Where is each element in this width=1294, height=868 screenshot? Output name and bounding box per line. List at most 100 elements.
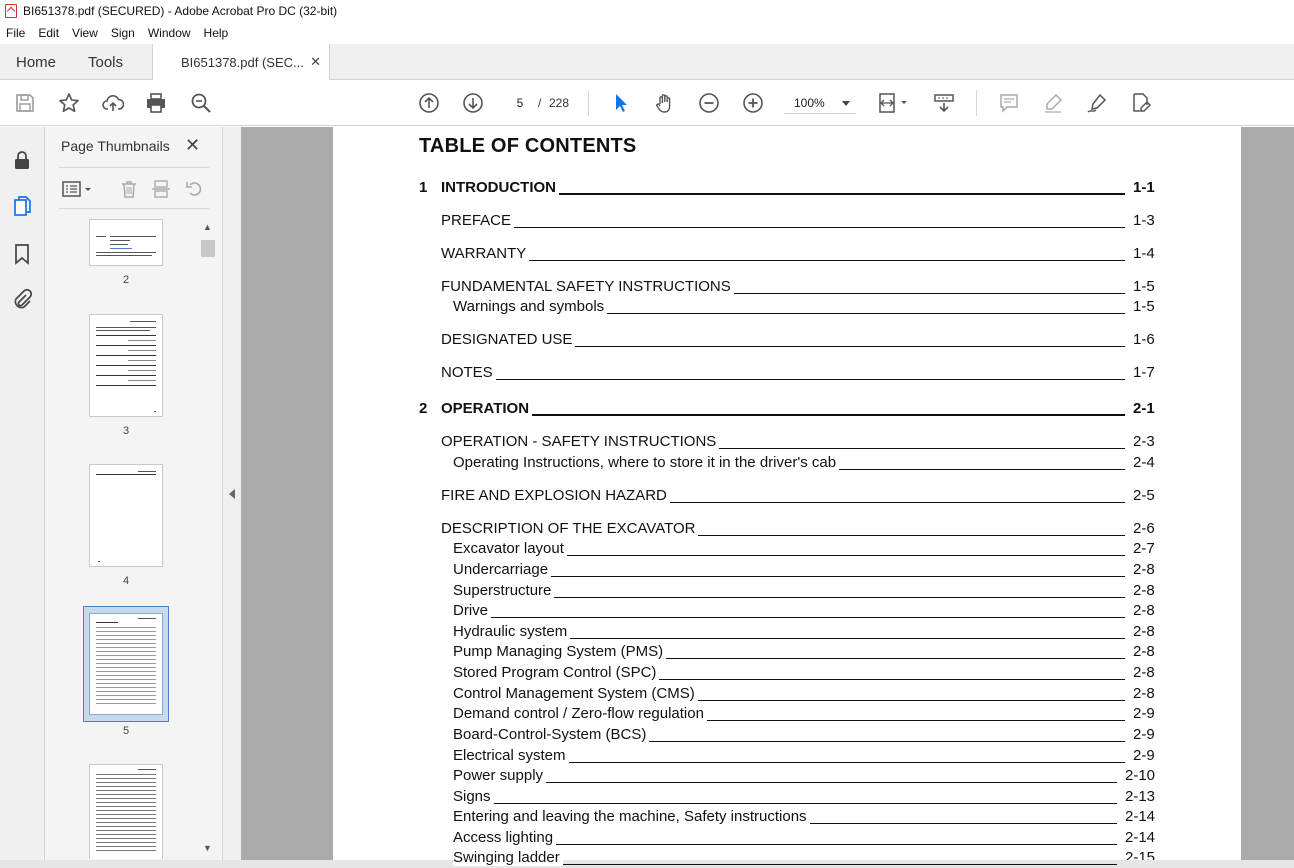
menu-sign[interactable]: Sign (111, 26, 135, 40)
scrollbar-track[interactable] (200, 219, 216, 859)
left-navigation-rail (0, 127, 45, 868)
toc-entry-label: FIRE AND EXPLOSION HAZARD (441, 487, 670, 504)
upload-cloud-icon[interactable] (101, 91, 125, 115)
paperclip-icon[interactable] (10, 287, 34, 311)
rotate-page-icon[interactable] (184, 178, 206, 200)
toc-entry[interactable]: 2 OPERATION 2-1 (333, 400, 1241, 420)
toc-entry[interactable]: Electrical system 2-9 (333, 747, 1241, 767)
toc-entry[interactable]: DESCRIPTION OF THE EXCAVATOR 2-6 (333, 520, 1241, 540)
page-number-input[interactable]: 5 (506, 92, 534, 114)
toc-entry[interactable]: Pump Managing System (PMS) 2-8 (333, 643, 1241, 663)
select-cursor-icon[interactable] (609, 91, 633, 115)
chevron-down-icon (842, 101, 850, 106)
zoom-level-dropdown[interactable]: 100% (784, 92, 856, 114)
collapse-arrow-icon (229, 489, 235, 499)
toc-entry-label: Board-Control-System (BCS) (453, 726, 650, 743)
toc-entry[interactable]: FIRE AND EXPLOSION HAZARD 2-5 (333, 487, 1241, 507)
toc-entry[interactable]: Hydraulic system 2-8 (333, 623, 1241, 643)
toc-page-number: 2-8 (1133, 685, 1155, 702)
toc-page-number: 2-9 (1133, 705, 1155, 722)
toc-page-number: 1-4 (1133, 245, 1155, 262)
menu-help[interactable]: Help (204, 26, 229, 40)
zoom-out-icon[interactable] (697, 91, 721, 115)
fill-sign-icon[interactable] (1129, 91, 1153, 115)
toc-entry[interactable]: Control Management System (CMS) 2-8 (333, 685, 1241, 705)
toc-entry[interactable]: Demand control / Zero-flow regulation 2-9 (333, 705, 1241, 725)
toc-entry-label: Hydraulic system (453, 623, 571, 640)
panel-collapse-handle[interactable] (223, 127, 241, 868)
toc-entry[interactable]: Power supply 2-10 (333, 767, 1241, 787)
toc-entry[interactable]: Superstructure 2-8 (333, 582, 1241, 602)
toc-entry[interactable]: Entering and leaving the machine, Safety… (333, 808, 1241, 828)
extract-page-icon[interactable] (150, 178, 172, 200)
toc-entry[interactable]: Drive 2-8 (333, 602, 1241, 622)
menu-view[interactable]: View (72, 26, 98, 40)
tab-tools[interactable]: Tools (88, 44, 123, 80)
thumbnail-scrollbar[interactable]: ▲ ▼ (200, 219, 216, 859)
lock-icon[interactable] (10, 148, 34, 172)
delete-page-icon[interactable] (118, 178, 140, 200)
toc-entry[interactable]: Stored Program Control (SPC) 2-8 (333, 664, 1241, 684)
menu-file[interactable]: File (6, 26, 25, 40)
toc-page-number: 2-13 (1125, 788, 1156, 805)
print-icon[interactable] (144, 91, 168, 115)
highlight-pen-icon[interactable] (1041, 91, 1065, 115)
scrolling-mode-icon[interactable] (932, 91, 956, 115)
toc-leader-line (441, 379, 1125, 380)
toc-entry[interactable]: WARRANTY 1-4 (333, 245, 1241, 265)
toc-entry[interactable]: Access lighting 2-14 (333, 829, 1241, 849)
previous-page-icon[interactable] (417, 91, 441, 115)
toc-entry[interactable]: OPERATION - SAFETY INSTRUCTIONS 2-3 (333, 433, 1241, 453)
document-viewer[interactable]: TABLE OF CONTENTS 1 INTRODUCTION 1-1 PREFAC… (241, 127, 1294, 868)
toc-entry[interactable]: PREFACE 1-3 (333, 212, 1241, 232)
toc-entry[interactable]: NOTES 1-7 (333, 364, 1241, 384)
thumbnails-panel-title: Page Thumbnails (61, 138, 170, 154)
toc-entry[interactable]: Board-Control-System (BCS) 2-9 (333, 726, 1241, 746)
close-tab-icon[interactable]: ✕ (310, 54, 321, 70)
toc-page-number: 2-10 (1125, 767, 1156, 784)
star-icon[interactable] (57, 91, 81, 115)
zoom-search-icon[interactable] (189, 91, 213, 115)
toc-page-number: 2-9 (1133, 747, 1155, 764)
thumbnail-options-icon[interactable] (61, 178, 95, 200)
page-thumbnails-icon[interactable] (10, 194, 34, 218)
toc-leader-line (453, 782, 1117, 783)
scroll-down-icon[interactable]: ▼ (203, 843, 212, 853)
toc-entry[interactable]: Signs 2-13 (333, 788, 1241, 808)
toc-entry[interactable]: Excavator layout 2-7 (333, 540, 1241, 560)
bookmark-icon[interactable] (10, 242, 34, 266)
next-page-icon[interactable] (461, 91, 485, 115)
toc-entry[interactable]: 1 INTRODUCTION 1-1 (333, 179, 1241, 199)
zoom-in-icon[interactable] (741, 91, 765, 115)
toc-page-number: 2-14 (1125, 808, 1156, 825)
close-panel-icon[interactable]: ✕ (185, 135, 200, 156)
toolbar-divider (976, 90, 977, 116)
page-fit-icon[interactable] (877, 91, 911, 115)
toc-entry[interactable]: FUNDAMENTAL SAFETY INSTRUCTIONS 1-5 (333, 278, 1241, 298)
tab-home[interactable]: Home (16, 44, 56, 80)
scroll-up-icon[interactable]: ▲ (203, 222, 212, 232)
menu-edit[interactable]: Edit (38, 26, 59, 40)
toc-entry-label: Stored Program Control (SPC) (453, 664, 660, 681)
toc-entry-label: DESIGNATED USE (441, 331, 576, 348)
tab-bar: Home Tools BI651378.pdf (SEC... ✕ (0, 44, 1294, 81)
toc-entry[interactable]: Undercarriage 2-8 (333, 561, 1241, 581)
toc-entry-label: Undercarriage (453, 561, 552, 578)
toc-entry-label: Power supply (453, 767, 547, 784)
tab-document-label: BI651378.pdf (SEC... (181, 55, 304, 70)
sign-pen-icon[interactable] (1085, 91, 1109, 115)
comment-icon[interactable] (997, 91, 1021, 115)
toc-entry[interactable]: DESIGNATED USE 1-6 (333, 331, 1241, 351)
tab-document[interactable]: BI651378.pdf (SEC... ✕ (152, 44, 330, 81)
scrollbar-thumb[interactable] (201, 240, 215, 257)
toc-entry-label: Swinging ladder (453, 849, 563, 866)
title-bar: BI651378.pdf (SECURED) - Adobe Acrobat P… (0, 0, 1294, 22)
hand-tool-icon[interactable] (653, 91, 677, 115)
save-icon[interactable] (13, 91, 37, 115)
toc-page-number: 2-4 (1133, 454, 1155, 471)
toc-entry[interactable]: Operating Instructions, where to store i… (333, 454, 1241, 474)
toc-leader-line (441, 260, 1125, 261)
page-separator: / (538, 96, 542, 110)
toc-entry[interactable]: Warnings and symbols 1-5 (333, 298, 1241, 318)
menu-window[interactable]: Window (148, 26, 191, 40)
